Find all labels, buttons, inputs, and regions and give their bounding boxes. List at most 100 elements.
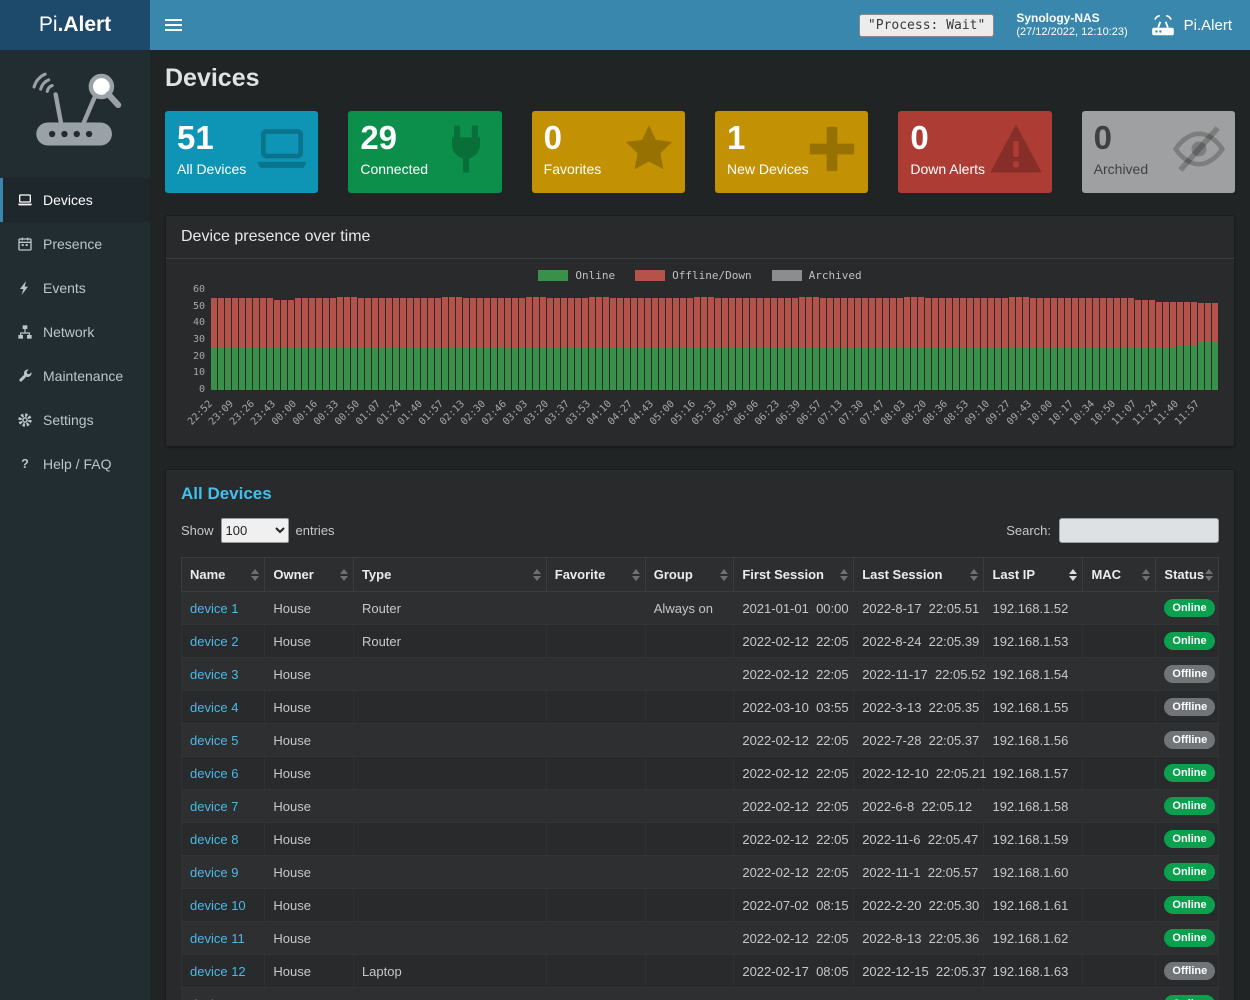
- chart-bar: [1135, 300, 1141, 390]
- column-header-owner[interactable]: Owner: [265, 558, 354, 592]
- y-tick-label: 0: [199, 384, 205, 395]
- column-header-group[interactable]: Group: [645, 558, 734, 592]
- chart-bar: [904, 297, 910, 390]
- hamburger-menu-icon[interactable]: [150, 0, 196, 50]
- column-header-type[interactable]: Type: [353, 558, 546, 592]
- chart-bar: [512, 298, 518, 390]
- mac-cell: [1083, 988, 1156, 1000]
- chart-bar: [421, 298, 427, 390]
- chart-bar: [295, 298, 301, 390]
- brand-logo[interactable]: Pi.Alert: [0, 0, 150, 50]
- card-favorites[interactable]: 0Favorites: [532, 111, 685, 193]
- sidebar-item-maintenance[interactable]: Maintenance: [0, 354, 150, 398]
- column-header-label: Type: [362, 567, 391, 582]
- device-link[interactable]: device 9: [190, 865, 238, 880]
- warning-icon: [988, 121, 1044, 177]
- sidebar-item-settings[interactable]: Settings: [0, 398, 150, 442]
- search-input[interactable]: [1059, 518, 1219, 543]
- chart-bar: [722, 298, 728, 390]
- device-link[interactable]: device 6: [190, 766, 238, 781]
- chart-bar: [1079, 298, 1085, 390]
- chart-bar: [1100, 298, 1106, 390]
- device-link[interactable]: device 1: [190, 601, 238, 616]
- page-size-select[interactable]: 100: [221, 518, 289, 543]
- favorite-cell: [546, 823, 645, 856]
- chart-bar: [1002, 298, 1008, 390]
- device-link[interactable]: device 12: [190, 964, 246, 979]
- device-link[interactable]: device 4: [190, 700, 238, 715]
- status-badge: Online: [1164, 929, 1214, 947]
- device-link[interactable]: device 13: [190, 997, 246, 1000]
- plus-icon: [804, 121, 860, 177]
- device-link[interactable]: device 8: [190, 832, 238, 847]
- column-header-last-session[interactable]: Last Session: [854, 558, 984, 592]
- mac-cell: [1083, 691, 1156, 724]
- card-new-devices[interactable]: 1New Devices: [715, 111, 868, 193]
- sidebar-item-help-faq[interactable]: ?Help / FAQ: [0, 442, 150, 486]
- first-session-cell: 2021-01-01 00:00: [734, 592, 854, 625]
- column-header-mac[interactable]: MAC: [1083, 558, 1156, 592]
- device-name-cell: device 11: [182, 922, 265, 955]
- device-link[interactable]: device 10: [190, 898, 246, 913]
- sidebar-item-presence[interactable]: Presence: [0, 222, 150, 266]
- mac-cell: [1083, 658, 1156, 691]
- device-link[interactable]: device 3: [190, 667, 238, 682]
- chart-bar: [813, 297, 819, 390]
- user-menu[interactable]: Pi.Alert: [1150, 12, 1232, 38]
- chart-bar: [442, 297, 448, 390]
- group-cell: [645, 724, 734, 757]
- favorite-cell: [546, 592, 645, 625]
- legend-swatch: [538, 270, 568, 281]
- column-header-favorite[interactable]: Favorite: [546, 558, 645, 592]
- first-session-cell: 2022-02-12 22:05: [734, 823, 854, 856]
- device-link[interactable]: device 11: [190, 931, 245, 946]
- card-archived[interactable]: 0Archived: [1082, 111, 1235, 193]
- chart-bar: [589, 297, 595, 390]
- chart-bar: [484, 298, 490, 390]
- chart-bar: [211, 298, 217, 390]
- nas-timestamp: (27/12/2022, 12:10:23): [1016, 26, 1127, 40]
- plug-icon: [438, 121, 494, 177]
- chart-bar: [1114, 298, 1120, 390]
- chart-legend: OnlineOffline/DownArchived: [166, 259, 1234, 288]
- chart-bar: [771, 298, 777, 390]
- device-link[interactable]: device 2: [190, 634, 238, 649]
- column-header-name[interactable]: Name: [182, 558, 265, 592]
- column-header-first-session[interactable]: First Session: [734, 558, 854, 592]
- chart-bar: [806, 297, 812, 390]
- y-tick-label: 50: [193, 301, 205, 312]
- main-content: Devices 51All Devices29Connected0Favorit…: [150, 50, 1250, 1000]
- status-badge: Online: [1164, 896, 1214, 914]
- card-connected[interactable]: 29Connected: [348, 111, 501, 193]
- brand-pi: Pi: [39, 13, 58, 37]
- chart-bar: [890, 298, 896, 390]
- wrench-icon: [17, 368, 33, 384]
- favorite-cell: [546, 889, 645, 922]
- status-cell: Online: [1156, 856, 1219, 889]
- x-tick: 11:57: [1198, 390, 1219, 438]
- type-cell: [353, 691, 546, 724]
- device-link[interactable]: device 5: [190, 733, 238, 748]
- card-down-alerts[interactable]: 0Down Alerts: [898, 111, 1051, 193]
- card-all-devices[interactable]: 51All Devices: [165, 111, 318, 193]
- legend-swatch: [635, 270, 665, 281]
- device-name-cell: device 13: [182, 988, 265, 1000]
- table-header-row: NameOwnerTypeFavoriteGroupFirst SessionL…: [182, 558, 1219, 592]
- column-header-status[interactable]: Status: [1156, 558, 1219, 592]
- favorite-cell: [546, 757, 645, 790]
- column-header-last-ip[interactable]: Last IP: [984, 558, 1083, 592]
- sidebar-item-events[interactable]: Events: [0, 266, 150, 310]
- sidebar-item-network[interactable]: Network: [0, 310, 150, 354]
- device-link[interactable]: device 7: [190, 799, 238, 814]
- sidebar-item-devices[interactable]: Devices: [0, 178, 150, 222]
- chart-bar: [967, 298, 973, 390]
- favorite-cell: [546, 955, 645, 988]
- process-status-badge[interactable]: "Process: Wait": [859, 14, 994, 37]
- status-cell: Online: [1156, 922, 1219, 955]
- status-cell: Online: [1156, 757, 1219, 790]
- device-name-cell: device 5: [182, 724, 265, 757]
- status-badge: Offline: [1164, 962, 1215, 980]
- chart-bar: [1177, 302, 1183, 390]
- column-header-label: Group: [654, 567, 693, 582]
- legend-label: Offline/Down: [672, 269, 751, 282]
